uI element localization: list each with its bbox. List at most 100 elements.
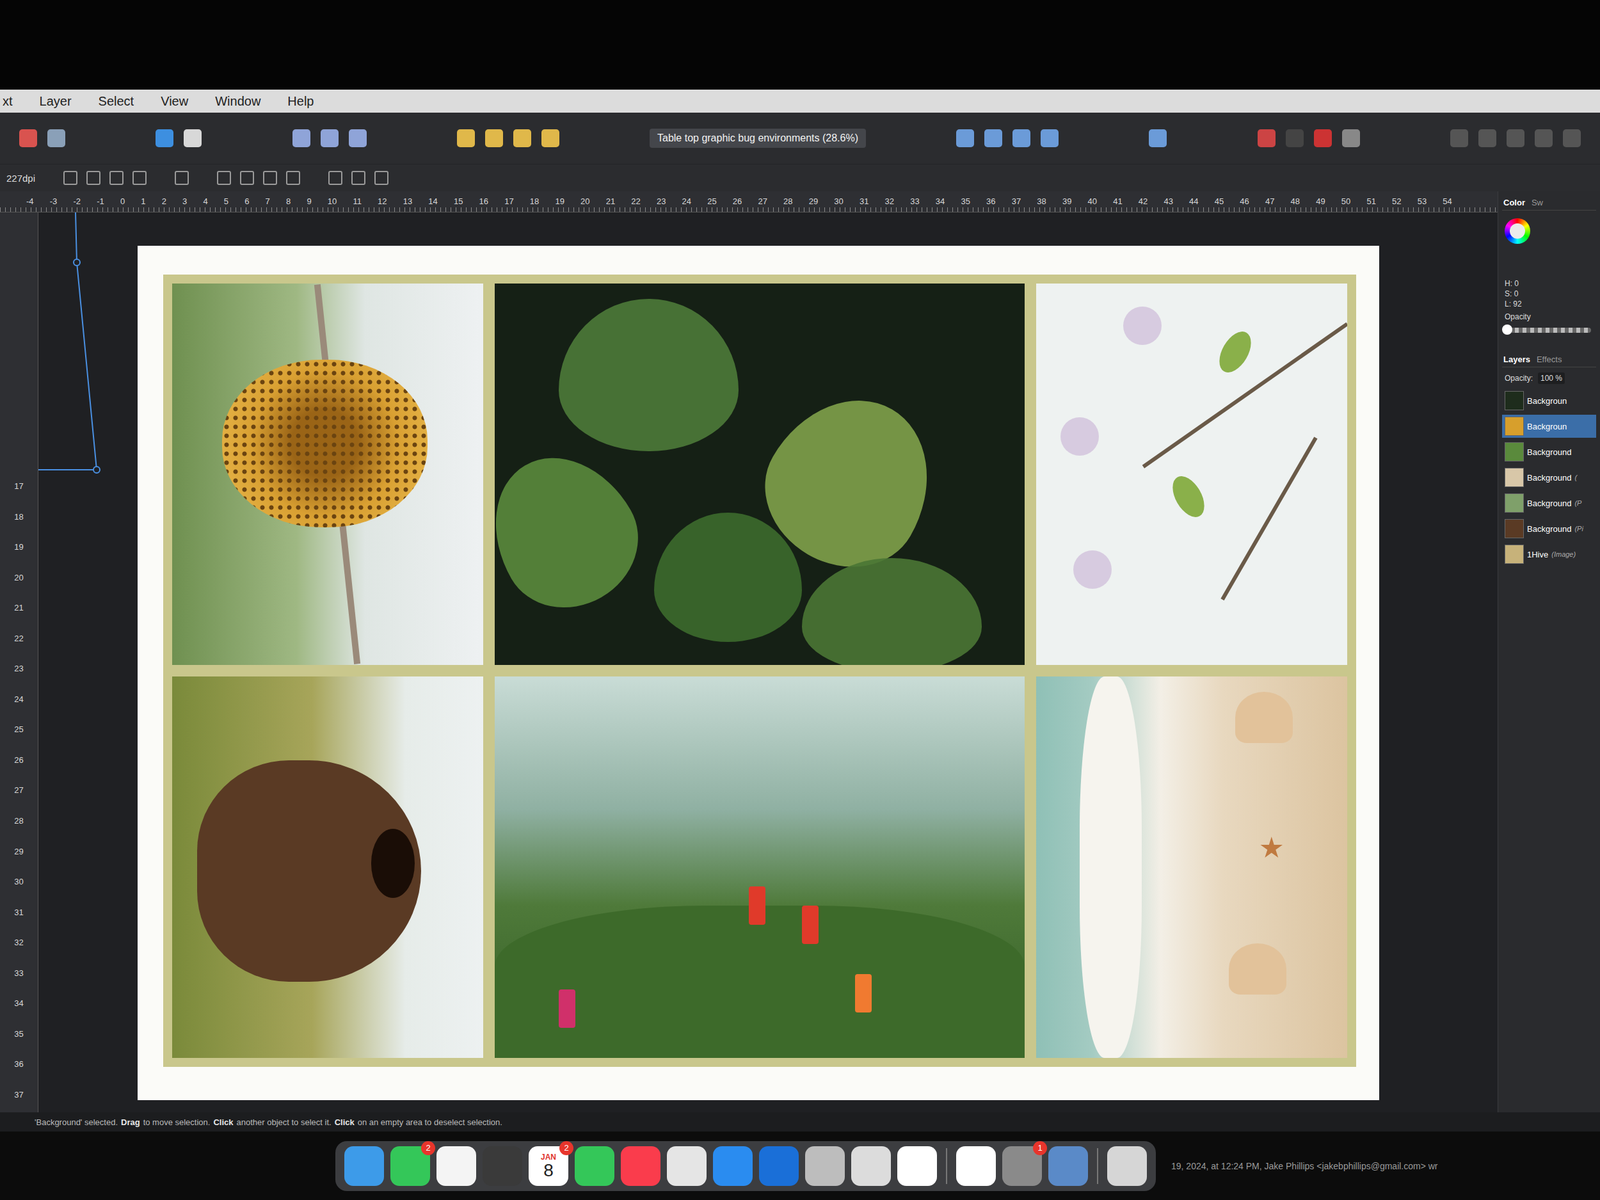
layer-thumbnail: [1504, 544, 1524, 564]
align-icon[interactable]: [63, 170, 78, 185]
jungle-artwork[interactable]: [494, 676, 1024, 1058]
tool-icon[interactable]: [348, 129, 367, 148]
tool-icon[interactable]: [1562, 129, 1581, 148]
canvas[interactable]: [38, 212, 1498, 1113]
menu-item[interactable]: Layer: [39, 94, 72, 109]
tool-icon[interactable]: [1257, 129, 1276, 148]
align-icon[interactable]: [109, 170, 124, 185]
tool-icon[interactable]: [1012, 129, 1031, 148]
panel-tab[interactable]: Color: [1503, 197, 1526, 208]
app-icon[interactable]: 2: [390, 1146, 431, 1186]
app-icon[interactable]: [759, 1146, 799, 1186]
menu-item[interactable]: View: [160, 94, 189, 109]
app-icon[interactable]: JAN82: [528, 1146, 569, 1186]
opacity-field[interactable]: 100 %: [1537, 372, 1565, 384]
ruler-label: 45: [1214, 196, 1225, 207]
screenshot-caption: 19, 2024, at 12:24 PM, Jake Phillips <ja…: [1171, 1160, 1439, 1172]
menu-item[interactable]: Window: [215, 94, 261, 109]
menu-item[interactable]: xt: [2, 94, 13, 109]
ruler-label: 22: [630, 196, 641, 207]
tool-icon[interactable]: [1342, 129, 1360, 148]
app-icon[interactable]: [1107, 1146, 1147, 1186]
tool-icon[interactable]: [541, 129, 560, 148]
align-icon[interactable]: [86, 170, 101, 185]
panel-tab[interactable]: Layers: [1503, 354, 1531, 365]
tool-group: [19, 129, 66, 148]
layer-row[interactable]: Background(P: [1502, 491, 1597, 515]
align-icon[interactable]: [374, 170, 389, 185]
tool-icon[interactable]: [320, 129, 339, 148]
tool-icon[interactable]: [956, 129, 975, 148]
app-icon[interactable]: [620, 1146, 661, 1186]
status-text: Drag: [120, 1117, 141, 1128]
tool-icon[interactable]: [456, 129, 475, 148]
tool-icon[interactable]: [1313, 129, 1332, 148]
panel-tab[interactable]: Sw: [1531, 197, 1544, 208]
app-icon[interactable]: [956, 1146, 996, 1186]
ruler-label: 16: [478, 196, 489, 207]
align-icon[interactable]: [132, 170, 147, 185]
align-icon[interactable]: [351, 170, 366, 185]
readout: S: 0: [1504, 289, 1594, 299]
tool-icon[interactable]: [513, 129, 532, 148]
layer-row[interactable]: Background(Pi: [1502, 517, 1597, 541]
ruler-label: 23: [656, 196, 667, 207]
beehive-artwork[interactable]: [172, 283, 484, 665]
tool-icon[interactable]: [1478, 129, 1497, 148]
tool-icon[interactable]: [19, 129, 38, 148]
align-icon[interactable]: [263, 170, 278, 185]
termite-mound-artwork[interactable]: [172, 676, 484, 1058]
layer-row[interactable]: Backgroun: [1502, 414, 1597, 438]
layer-row[interactable]: 1Hive(Image): [1502, 542, 1597, 566]
menu-item[interactable]: Help: [287, 94, 314, 109]
panel-tab[interactable]: Effects: [1536, 354, 1563, 365]
app-icon[interactable]: 1: [1002, 1146, 1042, 1186]
app-icon[interactable]: [436, 1146, 477, 1186]
app-icon[interactable]: [851, 1146, 891, 1186]
app-icon[interactable]: [897, 1146, 937, 1186]
flower: [801, 905, 819, 944]
tool-icon[interactable]: [1534, 129, 1553, 148]
color-wheel-icon[interactable]: [1504, 218, 1531, 244]
leaf: [801, 558, 982, 665]
tool-icon[interactable]: [984, 129, 1003, 148]
beach-artwork[interactable]: [1036, 676, 1348, 1058]
app-icon[interactable]: [666, 1146, 707, 1186]
layer-thumbnail: [1504, 493, 1524, 513]
tool-icon[interactable]: [1148, 129, 1167, 148]
selection-path-icon[interactable]: [38, 212, 167, 507]
dock: 2 JAN82 1: [335, 1141, 1156, 1192]
align-icon[interactable]: [240, 170, 255, 185]
align-icon[interactable]: [216, 170, 232, 185]
app-icon[interactable]: [712, 1146, 753, 1186]
tool-icon[interactable]: [183, 129, 202, 148]
slider-knob[interactable]: [1502, 324, 1513, 335]
tool-icon[interactable]: [292, 129, 311, 148]
align-icon[interactable]: [174, 170, 189, 185]
tool-icon[interactable]: [1506, 129, 1525, 148]
document-page[interactable]: [137, 245, 1380, 1101]
monstera-artwork[interactable]: [494, 283, 1024, 665]
ruler-label: 28: [14, 816, 24, 826]
app-icon[interactable]: [1048, 1146, 1088, 1186]
blossom-branch-artwork[interactable]: [1036, 283, 1348, 665]
tool-icon[interactable]: [155, 129, 174, 148]
tool-icon[interactable]: [485, 129, 504, 148]
opacity-slider[interactable]: [1507, 327, 1592, 333]
align-icon[interactable]: [328, 170, 343, 185]
menu-item[interactable]: Select: [98, 94, 135, 109]
layer-row[interactable]: Backgroun: [1502, 389, 1597, 413]
ruler-label: 18: [529, 196, 540, 207]
tool-icon[interactable]: [1285, 129, 1304, 148]
app-icon[interactable]: [574, 1146, 615, 1186]
ruler-label: 35: [960, 196, 971, 207]
tool-icon[interactable]: [1040, 129, 1059, 148]
tool-icon[interactable]: [47, 129, 66, 148]
layer-row[interactable]: Background(: [1502, 465, 1597, 489]
app-icon[interactable]: [805, 1146, 845, 1186]
app-icon[interactable]: [482, 1146, 523, 1186]
app-icon[interactable]: [344, 1146, 384, 1186]
align-icon[interactable]: [286, 170, 301, 185]
tool-icon[interactable]: [1450, 129, 1469, 148]
layer-row[interactable]: Background: [1502, 440, 1597, 464]
